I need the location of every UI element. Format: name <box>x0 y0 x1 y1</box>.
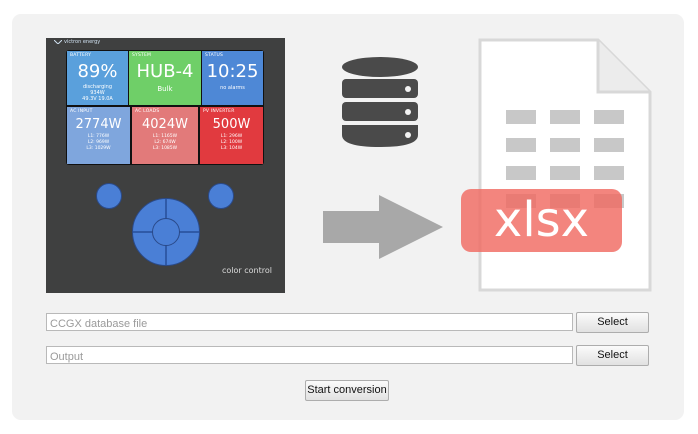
battery-tile: BATTERY 89% discharging 934W 49.3V 19.0A <box>67 51 128 105</box>
status-tile: STATUS 10:25 no alarms <box>202 51 263 105</box>
pv-inverter-l3: L3: 104W <box>220 146 243 151</box>
ac-input-tile: AC INPUT 2774W L1: 776W L2: 969W L3: 102… <box>67 107 130 164</box>
output-file-field[interactable] <box>46 346 578 365</box>
device-screen: BATTERY 89% discharging 934W 49.3V 19.0A… <box>66 50 264 165</box>
xlsx-badge-label: xlsx <box>493 192 590 248</box>
ac-input-l1: L1: 776W <box>87 134 110 139</box>
output-file-input[interactable] <box>47 349 578 365</box>
ac-loads-l3: L3: 1085W <box>152 146 178 151</box>
pv-inverter-l1: L1: 296W <box>220 134 243 139</box>
start-conversion-button[interactable]: Start conversion <box>305 380 389 401</box>
status-value: 10:25 <box>206 61 259 82</box>
ac-input-l2: L2: 969W <box>87 140 110 145</box>
database-file-input[interactable] <box>47 316 578 332</box>
ac-loads-l1: L1: 1165W <box>152 134 178 139</box>
xlsx-badge: xlsx <box>461 189 622 252</box>
select-database-button[interactable]: Select <box>576 312 649 333</box>
ac-loads-l2: L2: 674W <box>154 140 176 145</box>
device-direction-pad <box>132 198 200 266</box>
ac-loads-value: 4024W <box>142 117 188 132</box>
pv-inverter-value: 500W <box>212 117 251 132</box>
system-value: HUB-4 <box>136 61 194 82</box>
pv-inverter-tile: PV INVERTER 500W L1: 296W L2: 100W L3: 1… <box>200 107 263 164</box>
status-state: no alarms <box>220 85 245 91</box>
battery-tile-title: BATTERY <box>70 53 92 58</box>
database-icon <box>342 57 418 147</box>
device-model-label: color control <box>222 266 272 275</box>
device-brand-label: victron energy <box>64 39 101 45</box>
arrow-right-icon <box>323 195 443 259</box>
database-file-field[interactable] <box>46 313 578 332</box>
system-tile: SYSTEM HUB-4 Bulk <box>129 51 201 105</box>
left-device-button <box>96 183 122 209</box>
device-center-button <box>152 218 180 246</box>
status-tile-title: STATUS <box>205 53 224 58</box>
battery-detail: 49.3V 19.0A <box>82 96 113 102</box>
ac-input-l3: L3: 1029W <box>86 146 111 151</box>
select-output-button[interactable]: Select <box>576 345 649 366</box>
system-tile-title: SYSTEM <box>132 53 152 58</box>
system-state: Bulk <box>157 85 173 93</box>
victron-logo-icon <box>54 40 62 44</box>
ac-loads-tile-title: AC LOADS <box>135 109 160 114</box>
pv-inverter-tile-title: PV INVERTER <box>203 109 235 114</box>
pv-inverter-l2: L2: 100W <box>220 140 243 145</box>
battery-value: 89% <box>77 61 118 82</box>
ac-input-tile-title: AC INPUT <box>70 109 93 114</box>
spreadsheet-file-icon <box>478 38 652 292</box>
ac-input-value: 2774W <box>75 117 122 132</box>
ac-loads-tile: AC LOADS 4024W L1: 1165W L2: 674W L3: 10… <box>132 107 198 164</box>
color-control-device-image: victron energy BATTERY 89% discharging 9… <box>46 38 285 293</box>
right-device-button <box>208 183 234 209</box>
